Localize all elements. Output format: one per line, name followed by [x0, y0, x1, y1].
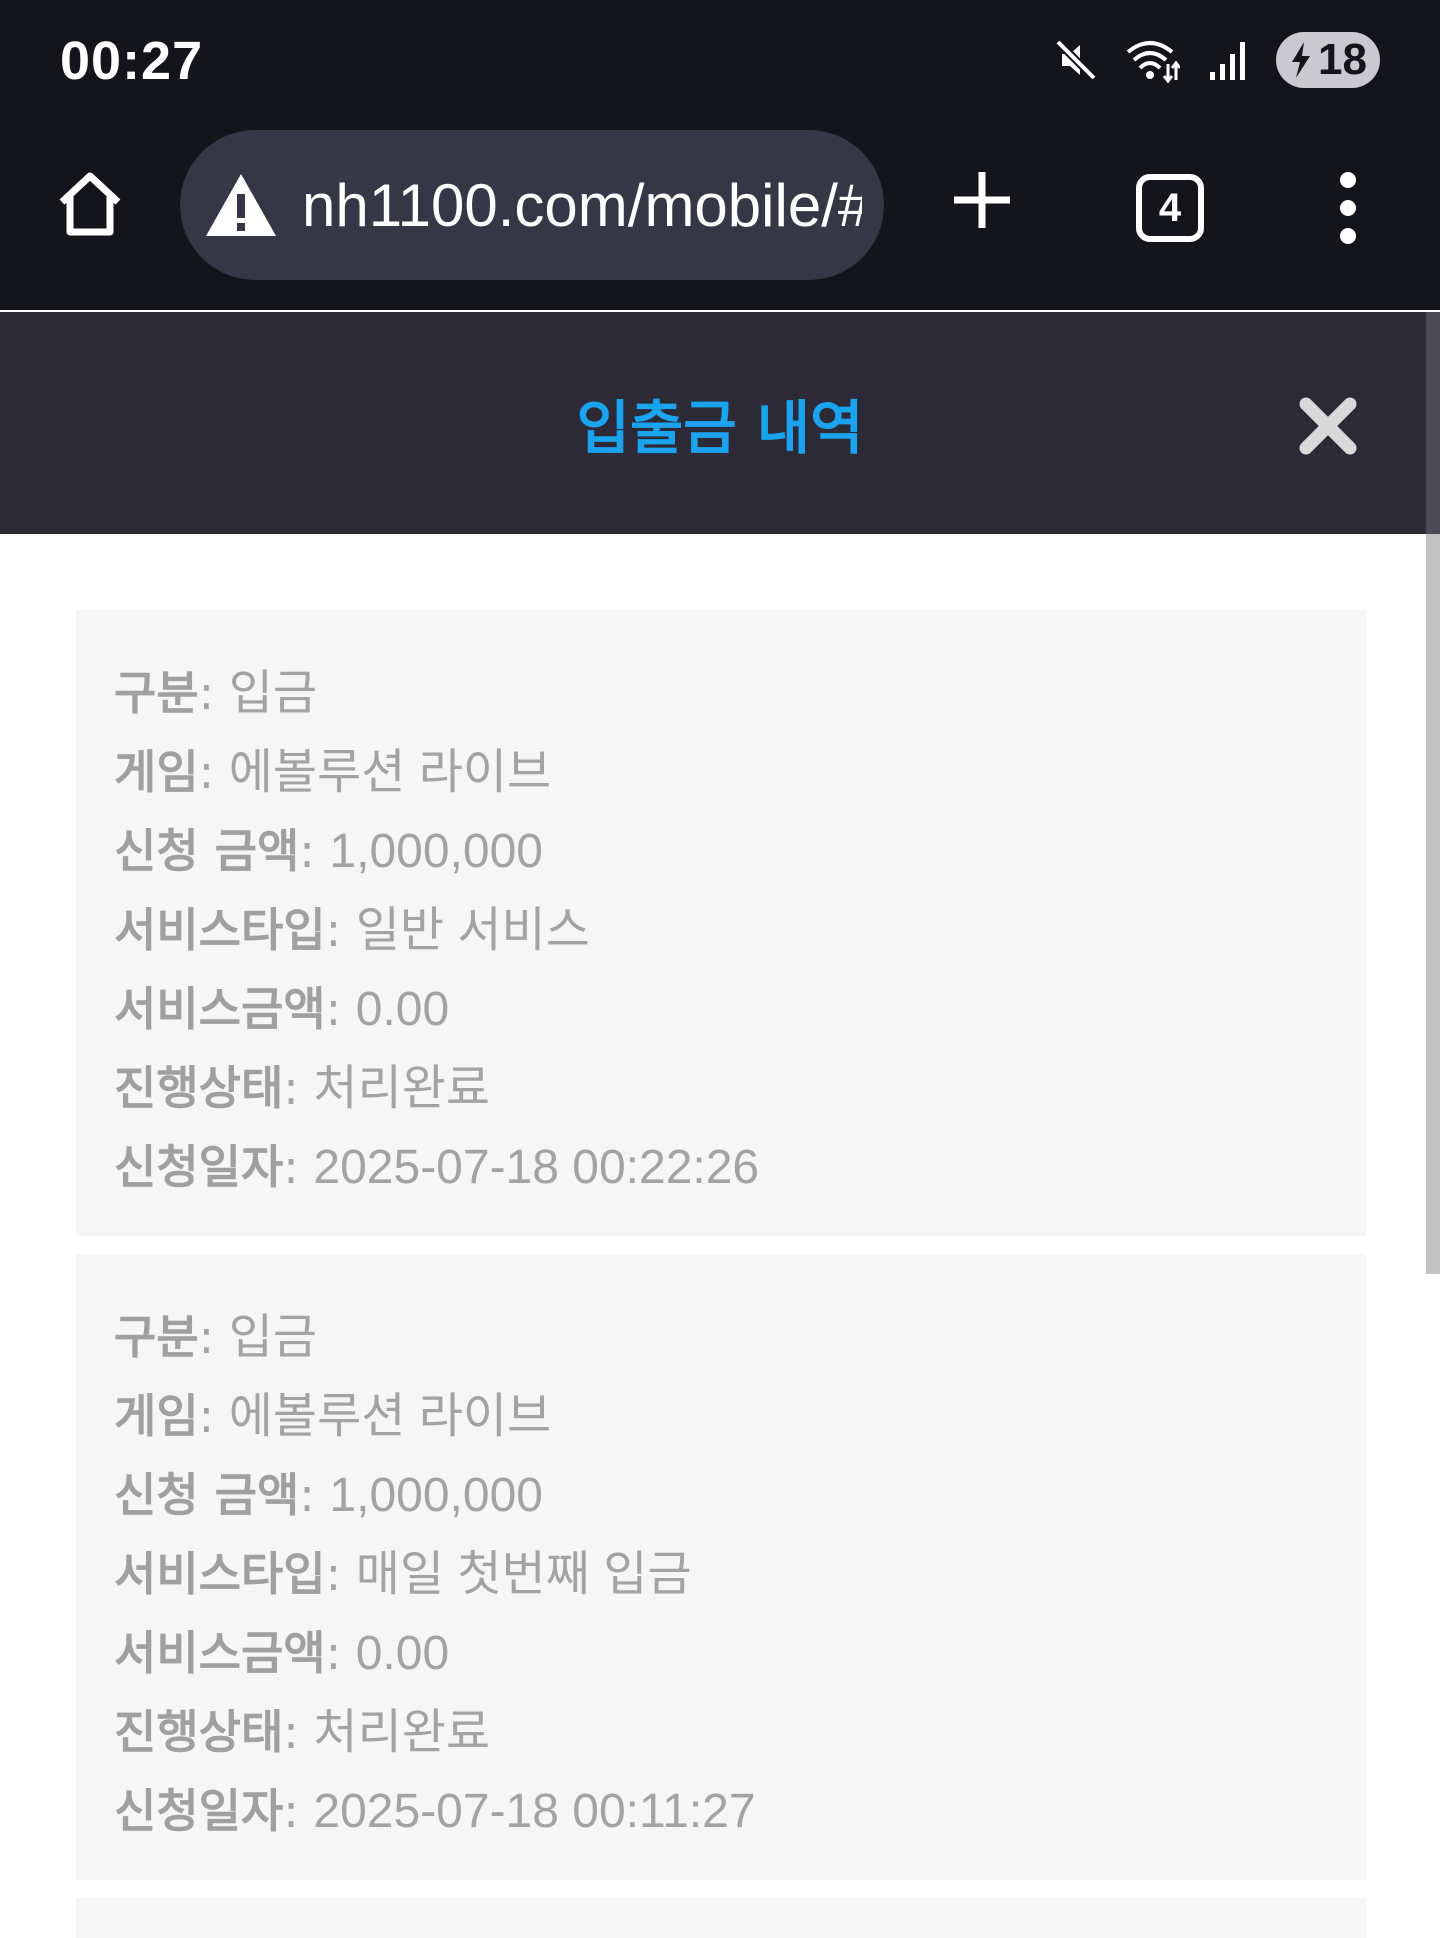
signal-icon	[1200, 32, 1256, 88]
transaction-card: 구분: 입금 게임: 에볼루션 라이브 신청 금액: 1,000,000 서비스…	[76, 610, 1366, 1236]
row-value: 1,000,000	[329, 825, 543, 878]
row-label: 서비스금액	[114, 1626, 326, 1680]
row-label: 게임	[114, 745, 199, 799]
card-row-type: 구분: 입금	[114, 1310, 318, 1364]
url-bar[interactable]: nh1100.com/mobile/#	[180, 130, 884, 280]
card-row-status: 진행상태: 처리완료	[114, 1705, 491, 1759]
close-button[interactable]	[1296, 394, 1360, 458]
card-row-amount: 신청 금액: 1,000,000	[114, 1468, 543, 1522]
page-header: 입출금 내역	[0, 312, 1426, 534]
plus-icon	[954, 172, 1010, 228]
charging-icon	[1292, 42, 1310, 78]
battery-indicator: 18	[1276, 32, 1380, 88]
row-label: 진행상태	[114, 1705, 284, 1759]
row-value: 매일 첫번째 입금	[355, 1548, 692, 1601]
new-tab-button[interactable]	[946, 164, 1018, 236]
scrollbar[interactable]	[1426, 312, 1440, 1906]
transaction-list: 구분: 입금 게임: 에볼루션 라이브 신청 금액: 1,000,000 서비스…	[0, 534, 1426, 1938]
more-vertical-icon	[1340, 172, 1356, 244]
row-label: 신청일자	[114, 1140, 284, 1194]
card-row-game: 게임: 에볼루션 라이브	[114, 1389, 552, 1443]
row-value: 일반 서비스	[355, 904, 590, 957]
row-value: 1,000,000	[329, 1469, 543, 1522]
row-value: 0.00	[355, 1627, 450, 1680]
card-row-status: 진행상태: 처리완료	[114, 1061, 491, 1115]
row-label: 진행상태	[114, 1061, 284, 1115]
battery-level: 18	[1318, 35, 1367, 84]
status-bar: 00:27 18	[0, 0, 1440, 124]
wifi-icon	[1124, 32, 1180, 88]
browser-toolbar: nh1100.com/mobile/# 4	[0, 124, 1440, 310]
row-value: 처리완료	[313, 1062, 491, 1115]
transaction-card: 구분: 입금 게임: 에볼루션 라이브 신청 금액: 1,000,000 서비스…	[76, 1254, 1366, 1880]
row-label: 서비스타입	[114, 903, 326, 957]
row-value: 입금	[228, 1311, 318, 1364]
card-row-service-amount: 서비스금액: 0.00	[114, 982, 450, 1036]
row-label: 신청 금액	[114, 1468, 300, 1522]
mute-icon	[1048, 32, 1104, 88]
home-button[interactable]	[50, 164, 130, 244]
row-value: 0.00	[355, 983, 450, 1036]
tab-switcher-button[interactable]: 4	[1136, 174, 1204, 242]
card-row-type: 구분: 입금	[114, 666, 318, 720]
row-label: 신청일자	[114, 1784, 284, 1838]
status-icons: 18	[1048, 30, 1380, 90]
close-icon	[1299, 397, 1357, 455]
page-title: 입출금 내역	[576, 394, 864, 462]
row-value: 에볼루션 라이브	[228, 746, 552, 799]
row-label: 서비스금액	[114, 982, 326, 1036]
row-value: 에볼루션 라이브	[228, 1390, 552, 1443]
row-value: 2025-07-18 00:11:27	[313, 1785, 756, 1838]
row-value: 2025-07-18 00:22:26	[313, 1141, 760, 1194]
card-row-service-type: 서비스타입: 매일 첫번째 입금	[114, 1547, 692, 1601]
browser-menu-button[interactable]	[1332, 170, 1364, 246]
row-label: 구분	[114, 1310, 199, 1364]
card-row-game: 게임: 에볼루션 라이브	[114, 745, 552, 799]
card-row-amount: 신청 금액: 1,000,000	[114, 824, 543, 878]
row-label: 구분	[114, 666, 199, 720]
url-text[interactable]: nh1100.com/mobile/#	[302, 171, 862, 240]
scrollbar-thumb-header	[1426, 312, 1440, 534]
row-label: 서비스타입	[114, 1547, 326, 1601]
card-row-date: 신청일자: 2025-07-18 00:11:27	[114, 1784, 756, 1838]
warning-icon[interactable]	[204, 170, 278, 240]
card-row-service-amount: 서비스금액: 0.00	[114, 1626, 450, 1680]
row-label: 게임	[114, 1389, 199, 1443]
row-label: 신청 금액	[114, 824, 300, 878]
row-value: 입금	[228, 667, 318, 720]
card-row-date: 신청일자: 2025-07-18 00:22:26	[114, 1140, 760, 1194]
row-value: 처리완료	[313, 1706, 491, 1759]
home-icon	[59, 172, 121, 236]
status-time: 00:27	[60, 31, 204, 91]
transaction-card-partial	[76, 1898, 1366, 1938]
card-row-service-type: 서비스타입: 일반 서비스	[114, 903, 590, 957]
